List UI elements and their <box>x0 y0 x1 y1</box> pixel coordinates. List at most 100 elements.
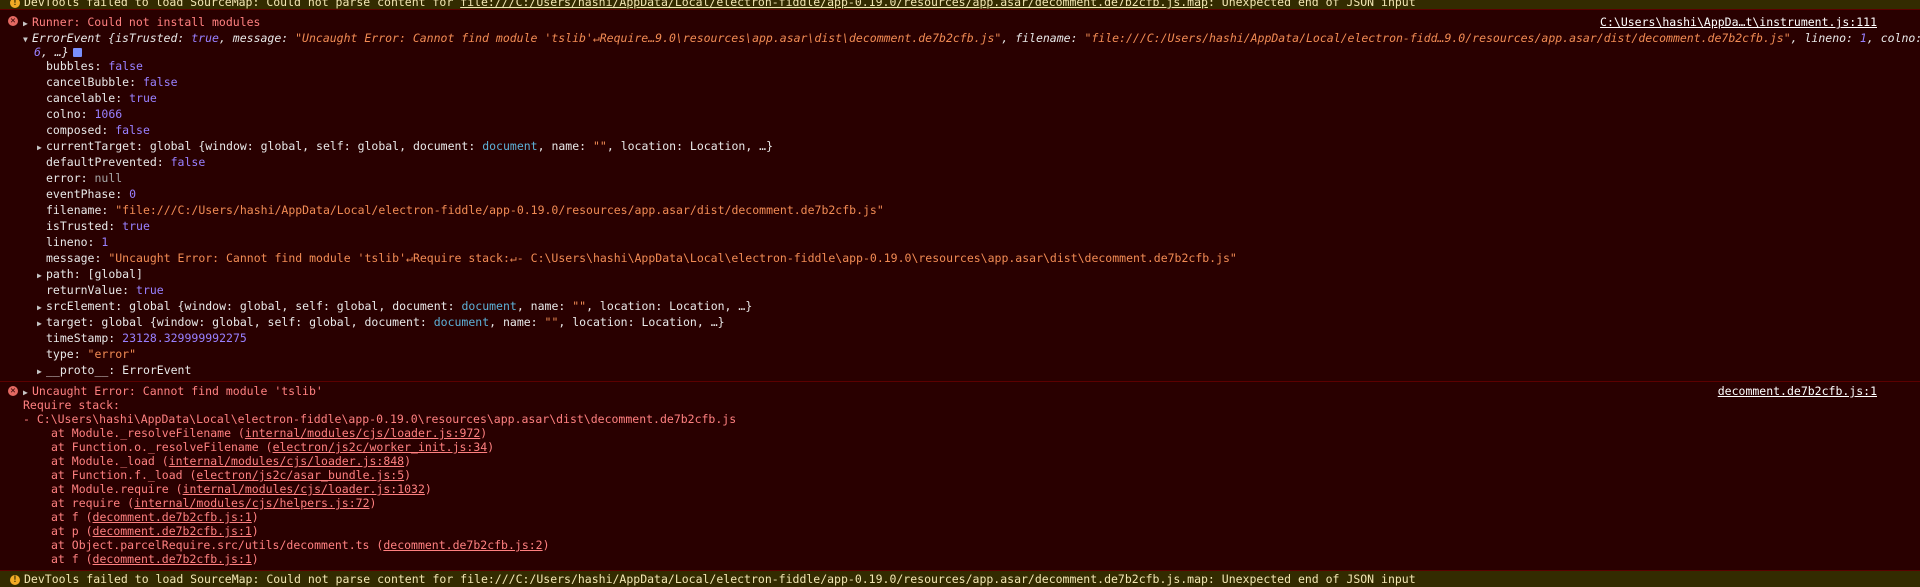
document-ref: document <box>461 299 517 313</box>
stack-location-link[interactable]: internal/modules/cjs/loader.js:848 <box>169 454 404 468</box>
stack-close: ) <box>542 538 550 552</box>
error-title: Uncaught Error: Cannot find module 'tsli… <box>32 384 323 398</box>
property-key: path: <box>46 267 88 281</box>
property-row-returnValue: returnValue: true <box>46 282 164 298</box>
warning-prefix: DevTools failed to load SourceMap: Could… <box>24 0 461 9</box>
global-preview: , location: Location, …} <box>558 315 725 329</box>
error-title: Runner: Could not install modules <box>32 15 261 29</box>
stack-fn: at f ( <box>51 510 93 524</box>
source-link-decomment[interactable]: decomment.de7b2cfb.js:1 <box>1718 383 1877 399</box>
stack-frame: at f (decomment.de7b2cfb.js:1) <box>51 551 259 567</box>
property-key: filename: <box>46 203 116 217</box>
warning-icon: ! <box>10 574 20 585</box>
document-ref: document <box>433 315 490 329</box>
property-key: target: <box>46 315 102 329</box>
global-preview: global {window: global, self: global, do… <box>149 139 483 153</box>
property-value: true <box>129 91 157 105</box>
property-value: true <box>122 219 150 233</box>
property-row-error: error: null <box>46 170 122 186</box>
property-key: type: <box>46 347 88 361</box>
stack-location-link[interactable]: internal/modules/cjs/loader.js:972 <box>245 426 480 440</box>
stack-close: ) <box>251 552 259 566</box>
stack-close: ) <box>251 510 259 524</box>
stack-fn: at f ( <box>51 552 93 566</box>
stack-fn: at Function.o._resolveFilename ( <box>51 440 273 454</box>
stack-location-link[interactable]: decomment.de7b2cfb.js:1 <box>93 552 252 566</box>
stack-fn: at Object.parcelRequire.src/utils/decomm… <box>51 538 384 552</box>
warning-suffix: : Unexpected end of JSON input <box>1207 0 1416 9</box>
property-row-colno: colno: 1066 <box>46 106 122 122</box>
warning-text: DevTools failed to load SourceMap: Could… <box>24 572 1416 586</box>
property-key: error: <box>46 171 95 185</box>
property-key: timeStamp: <box>46 331 123 345</box>
stack-close: ) <box>251 524 259 538</box>
property-key: colno: <box>46 107 95 121</box>
property-key: srcElement: <box>46 299 130 313</box>
stack-location-link[interactable]: internal/modules/cjs/helpers.js:72 <box>134 496 369 510</box>
name-value: "" <box>592 139 607 153</box>
property-key: lineno: <box>46 235 102 249</box>
property-row-isTrusted: isTrusted: true <box>46 218 150 234</box>
property-row-defaultPrevented: defaultPrevented: false <box>46 154 205 170</box>
stack-fn: at Module._load ( <box>51 454 169 468</box>
stack-location-link[interactable]: electron/js2c/asar_bundle.js:5 <box>196 468 404 482</box>
property-value: false <box>170 155 206 169</box>
stack-location-link[interactable]: electron/js2c/worker_init.js:34 <box>273 440 488 454</box>
property-value: 23128.329999992275 <box>122 331 247 345</box>
property-row-message: message: "Uncaught Error: Cannot find mo… <box>46 250 1237 266</box>
stack-location-link[interactable]: decomment.de7b2cfb.js:1 <box>93 510 252 524</box>
property-value: "error" <box>87 347 137 361</box>
property-row-composed: composed: false <box>46 122 150 138</box>
property-row-eventPhase: eventPhase: 0 <box>46 186 136 202</box>
row-divider <box>0 381 1920 382</box>
stack-location-link[interactable]: decomment.de7b2cfb.js:1 <box>93 524 252 538</box>
error-icon: ✕ <box>8 386 18 396</box>
sourcemap-link[interactable]: file:///C:/Users/hashi/AppData/Local/ele… <box>460 0 1208 9</box>
document-ref: document <box>482 139 538 153</box>
property-row-cancelable: cancelable: true <box>46 90 157 106</box>
property-row-cancelBubble: cancelBubble: false <box>46 74 178 90</box>
property-row-lineno: lineno: 1 <box>46 234 108 250</box>
global-preview: global {window: global, self: global, do… <box>101 315 434 329</box>
source-link-instrument[interactable]: C:\Users\hashi\AppDa…t\instrument.js:111 <box>1600 14 1877 30</box>
expand-triangle-icon[interactable]: ▶ <box>37 364 46 380</box>
property-key: defaultPrevented: <box>46 155 171 169</box>
error-event-summary[interactable]: ▼ ErrorEvent {isTrusted: true, message: "… <box>23 30 1920 48</box>
property-key: message: <box>46 251 109 265</box>
expand-triangle-icon[interactable]: ▶ <box>37 268 46 284</box>
row-divider <box>0 9 1920 10</box>
property-value: null <box>94 171 123 185</box>
stack-location-link[interactable]: internal/modules/cjs/loader.js:1032 <box>183 482 425 496</box>
property-key: currentTarget: <box>46 139 150 153</box>
global-preview: global {window: global, self: global, do… <box>129 299 462 313</box>
global-preview: , name: <box>516 299 573 313</box>
property-row-proto[interactable]: ▶ __proto__: ErrorEvent <box>37 362 191 380</box>
property-key: eventPhase: <box>46 187 130 201</box>
property-value: false <box>108 59 143 73</box>
global-preview: , name: <box>537 139 593 153</box>
info-badge-icon[interactable] <box>72 48 82 57</box>
collapse-triangle-icon[interactable]: ▼ <box>23 32 32 48</box>
expand-triangle-icon[interactable]: ▶ <box>37 316 46 332</box>
expand-triangle-icon[interactable]: ▶ <box>37 140 46 156</box>
property-value: false <box>115 123 150 137</box>
stack-fn: at Module.require ( <box>51 482 183 496</box>
property-value: "file:///C:/Users/hashi/AppData/Local/el… <box>115 203 884 217</box>
property-value: 0 <box>129 187 137 201</box>
stack-location-link[interactable]: decomment.de7b2cfb.js:2 <box>383 538 542 552</box>
stack-fn: at p ( <box>51 524 93 538</box>
property-value: 1 <box>101 235 109 249</box>
stack-close: ) <box>404 454 412 468</box>
property-value: [global] <box>87 267 143 281</box>
stack-fn: at Function.f._load ( <box>51 468 197 482</box>
property-key: __proto__: <box>46 363 123 377</box>
sourcemap-warning-bottom: ! DevTools failed to load SourceMap: Coul… <box>0 571 1920 587</box>
property-key: returnValue: <box>46 283 137 297</box>
property-key: cancelBubble: <box>46 75 143 89</box>
stack-close: ) <box>424 482 432 496</box>
property-value: 1066 <box>94 107 123 121</box>
stack-close: ) <box>480 426 488 440</box>
property-row-filename: filename: "file:///C:/Users/hashi/AppDat… <box>46 202 884 218</box>
property-row-type: type: "error" <box>46 346 136 362</box>
property-value: true <box>136 283 164 297</box>
